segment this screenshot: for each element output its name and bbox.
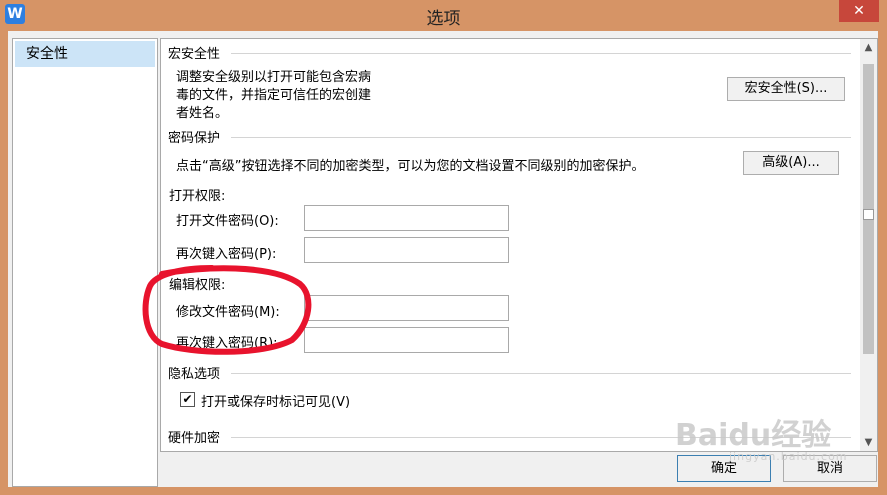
open-password-label: 打开文件密码(O):	[176, 214, 279, 229]
modify-password-label: 修改文件密码(M):	[176, 305, 280, 320]
macro-security-button[interactable]: 宏安全性(S)...	[727, 77, 845, 101]
section-divider	[231, 373, 851, 374]
dialog-body: 安全性 宏安全性 调整安全级别以打开可能包含宏病 毒的文件，并指定可信任的宏创建…	[8, 31, 878, 487]
macro-security-heading: 宏安全性	[168, 47, 221, 62]
cancel-button[interactable]: 取消	[783, 455, 877, 482]
advanced-button[interactable]: 高级(A)...	[743, 151, 839, 175]
nav-item-security[interactable]: 安全性	[15, 41, 155, 67]
title-bar: W 选项 ✕	[0, 0, 887, 30]
window-title: 选项	[426, 9, 461, 29]
vertical-scrollbar[interactable]: ▲ ▼	[860, 39, 877, 451]
macro-desc-line2: 毒的文件，并指定可信任的宏创建	[176, 88, 372, 103]
password-protection-heading: 密码保护	[168, 131, 221, 146]
hardware-encryption-heading: 硬件加密	[168, 431, 221, 446]
reenter-open-password-label: 再次键入密码(P):	[176, 247, 277, 262]
ok-button[interactable]: 确定	[677, 455, 771, 482]
mark-visible-checkbox[interactable]: ✔	[180, 392, 195, 407]
section-divider	[231, 53, 851, 54]
open-permission-heading: 打开权限:	[169, 189, 226, 204]
close-button[interactable]: ✕	[839, 0, 879, 22]
modify-password-field[interactable]	[304, 295, 509, 321]
mark-visible-label: 打开或保存时标记可见(V)	[201, 395, 351, 410]
reenter-modify-password-label: 再次键入密码(R):	[176, 336, 278, 351]
scroll-up-icon[interactable]: ▲	[860, 39, 877, 56]
edit-permission-heading: 编辑权限:	[169, 278, 226, 293]
section-divider	[231, 437, 851, 438]
category-list: 安全性	[12, 38, 158, 487]
scroll-grip-icon	[863, 209, 874, 220]
privacy-heading: 隐私选项	[168, 367, 221, 382]
macro-desc-line1: 调整安全级别以打开可能包含宏病	[176, 70, 372, 85]
scroll-down-icon[interactable]: ▼	[860, 434, 877, 451]
reenter-open-password-field[interactable]	[304, 237, 509, 263]
macro-desc-line3: 者姓名。	[176, 106, 229, 121]
settings-panel: 宏安全性 调整安全级别以打开可能包含宏病 毒的文件，并指定可信任的宏创建 者姓名…	[160, 38, 878, 452]
reenter-modify-password-field[interactable]	[304, 327, 509, 353]
section-divider	[231, 137, 851, 138]
open-password-field[interactable]	[304, 205, 509, 231]
password-desc: 点击“高级”按钮选择不同的加密类型，可以为您的文档设置不同级别的加密保护。	[176, 159, 645, 174]
